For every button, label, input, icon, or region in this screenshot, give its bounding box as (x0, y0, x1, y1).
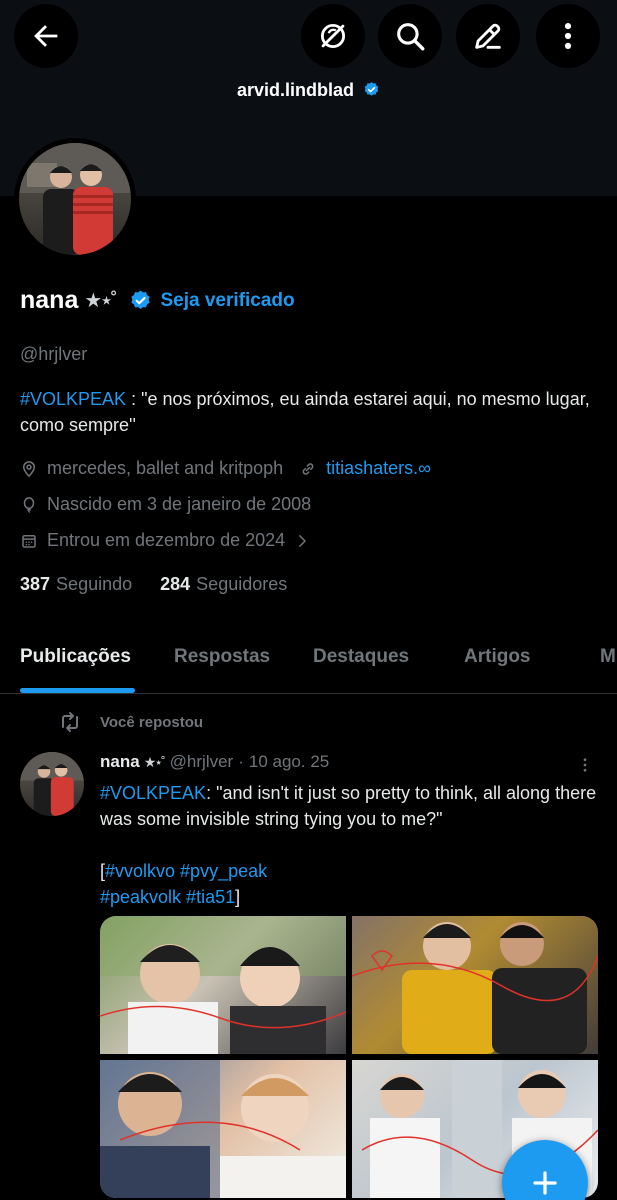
post-date[interactable]: 10 ago. 25 (249, 752, 329, 772)
image-2-graphic (352, 916, 598, 1054)
tab-publicacoes[interactable]: Publicações (20, 646, 131, 668)
bio-hashtag-link[interactable]: #VOLKPEAK (20, 389, 126, 409)
birthday-text: Nascido em 3 de janeiro de 2008 (47, 494, 312, 514)
balloon-icon (23, 496, 35, 513)
post-image-3[interactable] (100, 1060, 346, 1198)
profile-display-name: nana ★⋆˚ Seja verificado (20, 286, 295, 315)
link-icon (302, 462, 314, 475)
post-author-name[interactable]: nana (100, 752, 140, 772)
post-author-handle[interactable]: @hrjlver (170, 752, 234, 772)
profile-bio: #VOLKPEAK : "e nos próximos, eu ainda es… (20, 386, 605, 438)
search-button[interactable] (378, 4, 442, 68)
post-separator: · (238, 752, 244, 771)
profile-avatar[interactable] (14, 138, 136, 260)
avatar-photo (19, 143, 131, 255)
post-author-avatar[interactable] (20, 752, 84, 816)
repost-label: Você repostou (100, 713, 204, 731)
active-tab-indicator (20, 688, 135, 693)
website-link[interactable]: titiashaters.∞ (326, 458, 431, 479)
verified-badge-icon (131, 290, 151, 310)
tab-respostas[interactable]: Respostas (174, 646, 270, 668)
followers-count: 284 (160, 574, 191, 594)
post-tags-line1[interactable]: #vvolkvo #pvy_peak (105, 861, 267, 881)
followers-link[interactable]: 284 Seguidores (160, 574, 287, 595)
post-bracket-close: ] (235, 887, 241, 907)
verified-badge-icon (364, 82, 379, 96)
header-username: arvid.lindblad (0, 80, 617, 101)
back-button[interactable] (14, 4, 78, 68)
post-hashtag-link[interactable]: #VOLKPEAK (100, 783, 206, 803)
search-icon (397, 23, 425, 51)
image-3-graphic (100, 1060, 346, 1198)
get-verified-button[interactable]: Seja verificado (129, 289, 295, 312)
chevron-right-icon (299, 534, 306, 547)
get-verified-label: Seja verificado (160, 289, 295, 311)
display-name-text: nana (20, 286, 79, 314)
grok-icon (320, 23, 346, 49)
profile-meta-birthday-row: Nascido em 3 de janeiro de 2008 (20, 494, 311, 515)
profile-meta-location-row: mercedes, ballet and kritpoph titiashate… (20, 458, 431, 479)
repost-icon (62, 712, 78, 732)
edit-icon (475, 23, 501, 49)
location-text: mercedes, ballet and kritpoph (47, 458, 284, 478)
profile-handle: @hrjlver (20, 344, 88, 364)
back-arrow-icon (34, 25, 58, 47)
header-username-text: arvid.lindblad (236, 80, 354, 100)
post-image-1[interactable] (100, 916, 346, 1054)
post-more-button[interactable] (576, 752, 594, 783)
display-name-stars: ★⋆˚ (84, 290, 117, 312)
joined-text: Entrou em dezembro de 2024 (47, 530, 286, 550)
post-tags-line2[interactable]: #peakvolk #tia51 (100, 887, 235, 907)
post-header: nana ★⋆˚ @hrjlver · 10 ago. 25 (100, 752, 329, 772)
post-author-stars: ★⋆˚ (143, 753, 166, 770)
location-pin-icon (22, 460, 36, 477)
avatar-photo (20, 752, 84, 816)
grok-button[interactable] (301, 4, 365, 68)
followers-label: Seguidores (196, 574, 288, 594)
plus-icon (533, 1171, 557, 1195)
more-options-button[interactable] (536, 4, 600, 68)
following-link[interactable]: 387 Seguindo (20, 574, 132, 595)
image-1-graphic (100, 916, 346, 1054)
following-label: Seguindo (56, 574, 133, 594)
profile-tabs: Publicações Respostas Destaques Artigos … (0, 630, 617, 694)
tab-destaques[interactable]: Destaques (313, 646, 409, 668)
tab-more[interactable]: M (600, 646, 616, 668)
edit-button[interactable] (456, 4, 520, 68)
tab-artigos[interactable]: Artigos (464, 646, 531, 668)
follow-counts: 387 Seguindo 284 Seguidores (20, 574, 287, 595)
more-vertical-icon (583, 758, 587, 772)
following-count: 387 (20, 574, 51, 594)
more-vertical-icon (564, 22, 572, 50)
calendar-icon (22, 534, 36, 548)
post-text: #VOLKPEAK: "and isn't it just so pretty … (100, 780, 600, 910)
repost-indicator: Você repostou (58, 710, 203, 734)
profile-meta-joined-row[interactable]: Entrou em dezembro de 2024 (20, 530, 311, 551)
post-image-2[interactable] (352, 916, 598, 1054)
